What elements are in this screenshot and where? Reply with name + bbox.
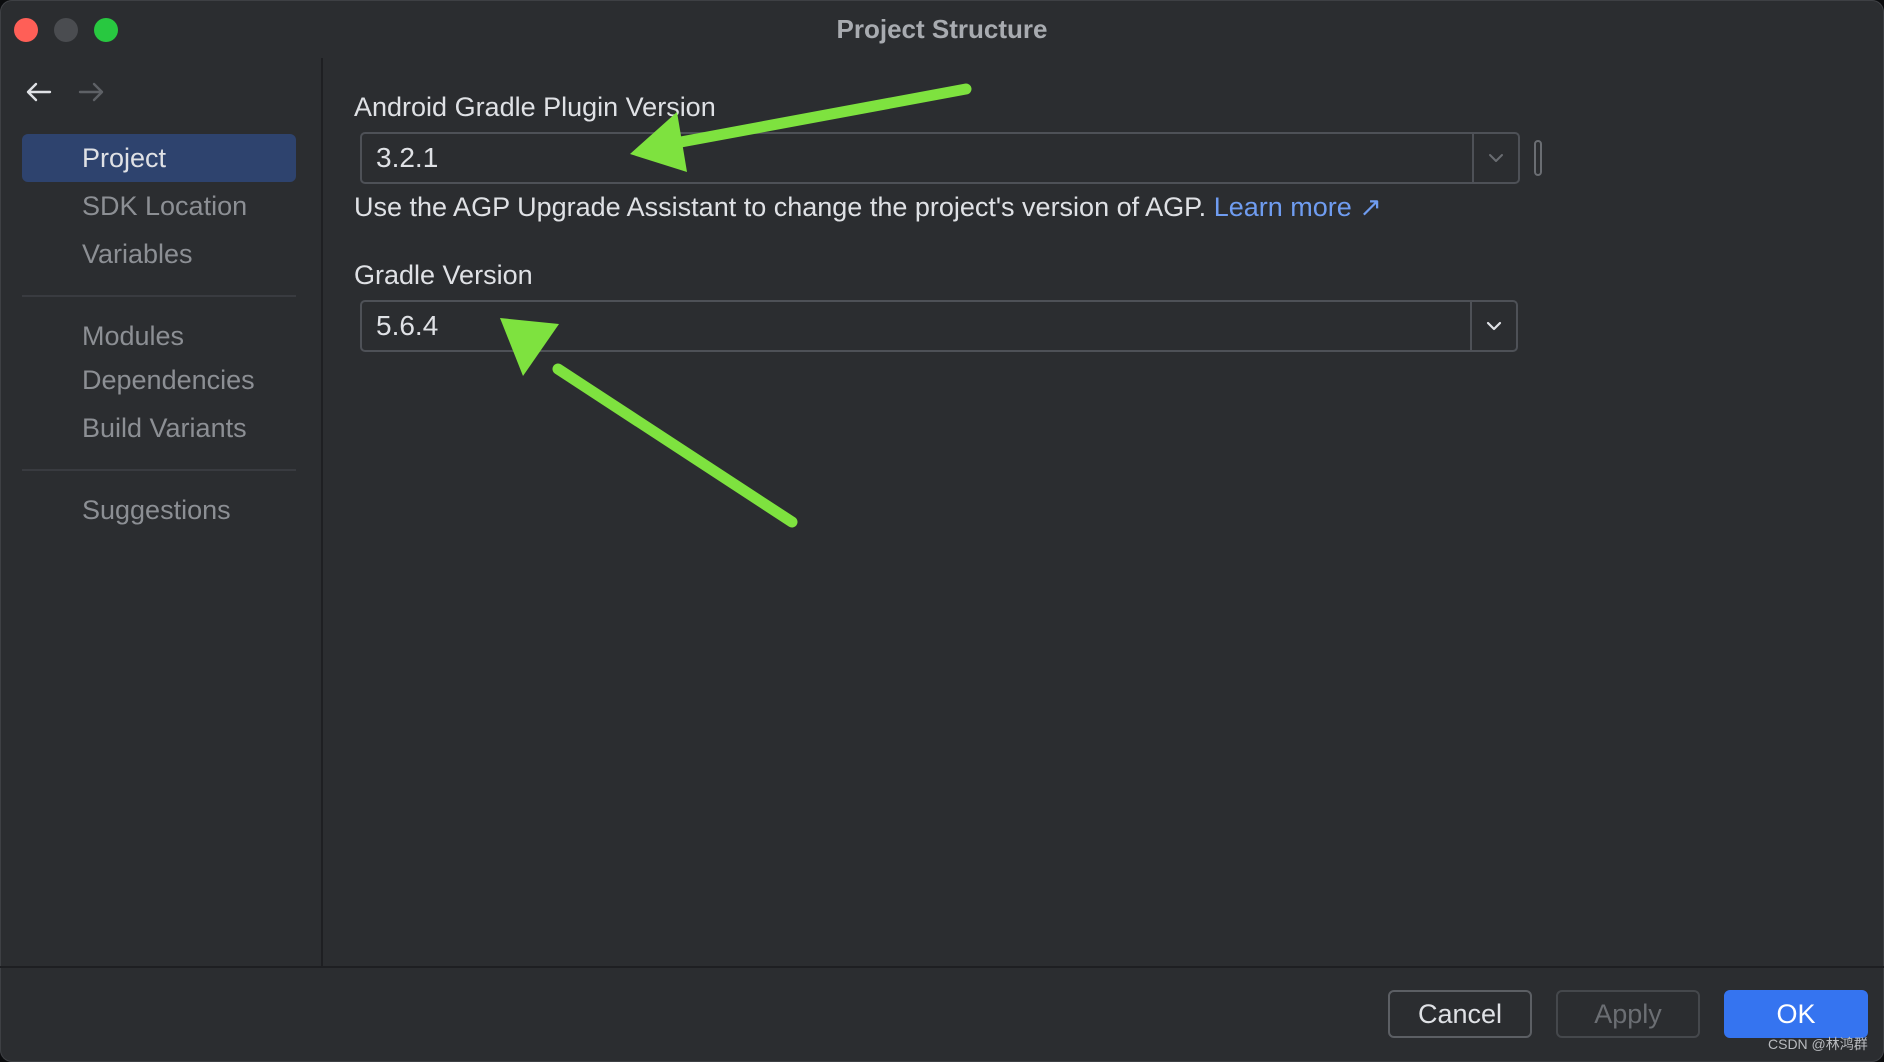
sidebar-item-variables[interactable]: Variables	[22, 230, 296, 278]
sidebar-item-modules[interactable]: Modules	[22, 312, 296, 360]
agp-version-value[interactable]: 3.2.1	[376, 134, 438, 182]
sidebar-separator	[22, 469, 296, 471]
chevron-down-icon	[1489, 154, 1503, 162]
sidebar-item-build-variants[interactable]: Build Variants	[22, 404, 296, 452]
agp-dropdown-button[interactable]	[1472, 134, 1518, 182]
agp-hint-text: Use the AGP Upgrade Assistant to change …	[354, 192, 1382, 223]
sidebar-item-suggestions[interactable]: Suggestions	[22, 486, 296, 534]
sidebar-separator	[22, 295, 296, 297]
resize-handle[interactable]	[1534, 140, 1542, 176]
learn-more-link[interactable]: Learn more ↗	[1214, 192, 1382, 222]
project-structure-dialog: Project Structure Project SDK Location V…	[0, 0, 1884, 1062]
title-bar: Project Structure	[0, 0, 1884, 58]
back-arrow-icon[interactable]	[24, 78, 54, 106]
forward-arrow-icon[interactable]	[76, 78, 106, 106]
gradle-dropdown-button[interactable]	[1470, 302, 1516, 350]
window-title: Project Structure	[836, 14, 1048, 44]
sidebar-item-sdk-location[interactable]: SDK Location	[22, 182, 296, 230]
agp-version-label: Android Gradle Plugin Version	[354, 92, 716, 122]
agp-version-combobox[interactable]: 3.2.1	[360, 132, 1520, 184]
ok-button[interactable]: OK	[1724, 990, 1868, 1038]
cancel-button[interactable]: Cancel	[1388, 990, 1532, 1038]
sidebar-divider	[321, 58, 323, 966]
gradle-version-label: Gradle Version	[354, 260, 533, 290]
chevron-down-icon	[1486, 321, 1502, 331]
gradle-version-combobox[interactable]: 5.6.4	[360, 300, 1518, 352]
watermark: CSDN @林鸿群	[1768, 1036, 1868, 1052]
sidebar-item-project[interactable]: Project	[22, 134, 296, 182]
sidebar-item-dependencies[interactable]: Dependencies	[22, 356, 296, 404]
agp-hint-message: Use the AGP Upgrade Assistant to change …	[354, 192, 1207, 222]
apply-button[interactable]: Apply	[1556, 990, 1700, 1038]
gradle-version-value[interactable]: 5.6.4	[376, 302, 438, 350]
